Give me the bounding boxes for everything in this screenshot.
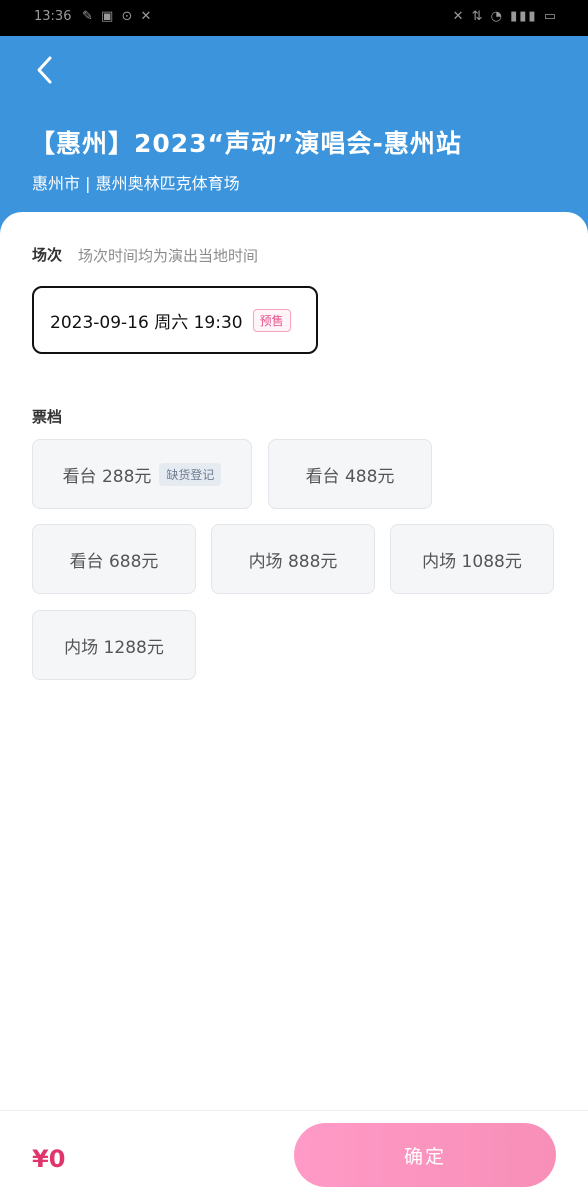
session-time-hint: 场次时间均为演出当地时间 xyxy=(78,247,259,265)
event-header: 【惠州】2023“声动”演唱会-惠州站 惠州市 | 惠州奥林匹克体育场 xyxy=(0,36,588,236)
ticket-option[interactable]: 看台 488元 xyxy=(268,439,432,509)
status-bar: 13:36 ✎ ▣ ⊙ ✕ ✕ ⇅ ◔ ▮▮▮ ▭ xyxy=(0,0,588,36)
system-icons: ✕ ⇅ ◔ ▮▮▮ ▭ xyxy=(452,9,558,24)
ticket-label: 看台 488元 xyxy=(305,466,395,487)
ticket-section-label: 票档 xyxy=(32,408,63,426)
chevron-left-icon xyxy=(37,56,52,84)
status-time: 13:36 xyxy=(34,9,72,24)
out-of-stock-badge: 缺货登记 xyxy=(159,462,222,486)
ticket-option[interactable]: 内场 888元 xyxy=(211,524,375,594)
ticket-label: 内场 1288元 xyxy=(64,637,164,658)
event-title: 【惠州】2023“声动”演唱会-惠州站 xyxy=(30,129,462,158)
ticket-option[interactable]: 看台 288元 缺货登记 xyxy=(32,439,252,509)
total-price: ¥0 xyxy=(32,1145,66,1173)
ticket-label: 看台 288元 xyxy=(62,466,152,487)
confirm-button[interactable]: 确定 xyxy=(294,1123,556,1187)
ticket-label: 内场 888元 xyxy=(248,551,338,572)
ticket-label: 内场 1088元 xyxy=(422,551,522,572)
selection-sheet: 场次 场次时间均为演出当地时间 2023-09-16 周六 19:30 预售 票… xyxy=(0,212,588,1110)
bottom-bar: ¥0 确定 xyxy=(0,1110,588,1201)
session-section-label: 场次 xyxy=(32,246,63,264)
ticket-label: 看台 688元 xyxy=(69,551,159,572)
session-datetime: 2023-09-16 周六 19:30 xyxy=(50,312,243,333)
ticket-option[interactable]: 看台 688元 xyxy=(32,524,196,594)
session-option-selected[interactable]: 2023-09-16 周六 19:30 预售 xyxy=(32,286,318,354)
presale-badge: 预售 xyxy=(252,308,291,332)
ticket-option[interactable]: 内场 1288元 xyxy=(32,610,196,680)
ticket-option[interactable]: 内场 1088元 xyxy=(390,524,554,594)
back-button[interactable] xyxy=(28,52,64,88)
notification-icons: ✎ ▣ ⊙ ✕ xyxy=(82,9,154,24)
event-venue: 惠州市 | 惠州奥林匹克体育场 xyxy=(32,174,240,193)
